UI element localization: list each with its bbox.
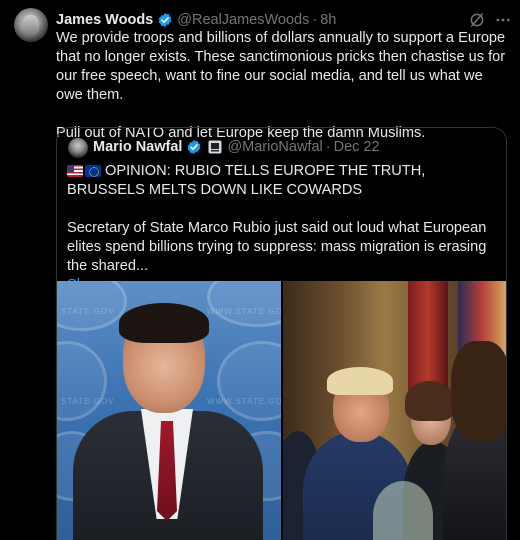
media-photo-meeting[interactable]: [283, 281, 506, 540]
quoted-headline-text: OPINION: RUBIO TELLS EUROPE THE TRUTH, B…: [67, 163, 426, 198]
post: James Woods @RealJamesWoods · 8h We prov…: [0, 0, 520, 540]
author-name[interactable]: James Woods: [56, 12, 153, 28]
post-header: James Woods @RealJamesWoods · 8h: [56, 10, 336, 30]
grok-icon[interactable]: [468, 11, 486, 29]
quoted-author-avatar[interactable]: [68, 138, 88, 158]
eu-flag-icon: [85, 165, 101, 177]
media-photo-press-briefing[interactable]: STATE.GOV WWW.STATE.GOV STATE.GOV WWW.ST…: [57, 281, 281, 540]
flag-emoji-group: [67, 165, 101, 177]
quoted-author-handle[interactable]: @MarioNawfal: [227, 139, 322, 155]
verified-badge-icon: [158, 13, 172, 27]
author-avatar[interactable]: [14, 8, 48, 42]
post-text: We provide troops and billions of dollar…: [56, 29, 508, 143]
post-timestamp[interactable]: 8h: [320, 12, 336, 28]
quoted-headline: OPINION: RUBIO TELLS EUROPE THE TRUTH, B…: [67, 162, 499, 200]
quoted-author-name[interactable]: Mario Nawfal: [93, 139, 182, 155]
quoted-post-header: Mario Nawfal @MarioNawfal · Dec 22: [93, 139, 380, 155]
quoted-body-text: Secretary of State Marco Rubio just said…: [67, 220, 487, 274]
quoted-post-date[interactable]: Dec 22: [334, 139, 380, 155]
quoted-post[interactable]: Mario Nawfal @MarioNawfal · Dec 22 OPINI…: [56, 127, 507, 540]
separator-dot: ·: [312, 12, 318, 28]
post-paragraph: We provide troops and billions of dollar…: [56, 30, 506, 103]
author-handle[interactable]: @RealJamesWoods: [177, 12, 309, 28]
quoted-media[interactable]: STATE.GOV WWW.STATE.GOV STATE.GOV WWW.ST…: [57, 281, 506, 540]
more-icon[interactable]: [494, 11, 512, 29]
affiliate-badge-icon: [208, 140, 222, 154]
separator-dot: ·: [325, 139, 331, 155]
quoted-post-text: OPINION: RUBIO TELLS EUROPE THE TRUTH, B…: [67, 162, 499, 295]
us-flag-icon: [67, 165, 83, 177]
verified-badge-icon: [188, 140, 201, 154]
